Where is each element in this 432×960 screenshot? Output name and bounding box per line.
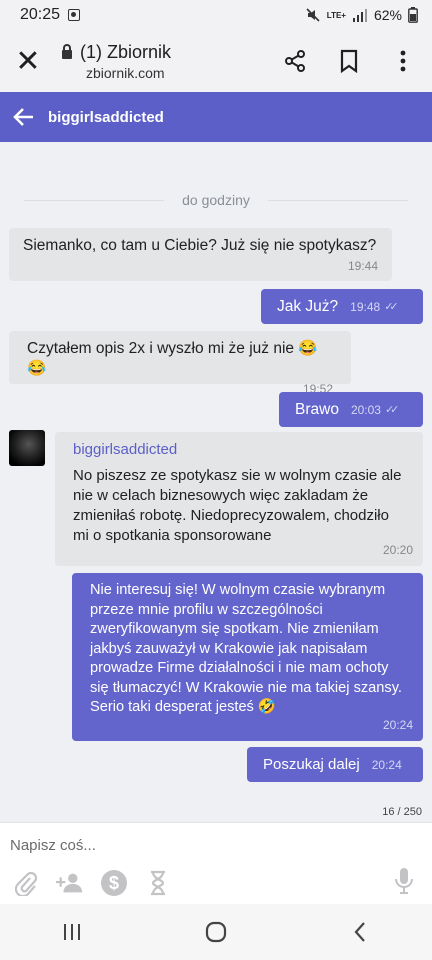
more-vert-icon[interactable] (388, 46, 418, 76)
status-icons: LTE+ 62% (305, 7, 418, 23)
close-icon[interactable]: ✕ (0, 30, 56, 92)
chat-header: biggirlsaddicted (0, 92, 432, 142)
svg-text:$: $ (109, 873, 119, 893)
status-time: 20:25 (20, 6, 61, 23)
chat-title[interactable]: biggirlsaddicted (48, 109, 164, 126)
status-bar: 20:25 LTE+ 62% (0, 0, 432, 30)
signal-icon (352, 8, 368, 22)
message-time: 20:20 (382, 543, 413, 557)
read-check-icon: ✓✓ (384, 300, 399, 313)
message-time: 20:24 (382, 718, 413, 732)
message-time: 20:03 (350, 402, 381, 417)
message-outgoing[interactable]: Poszukaj dalej 20:24 (247, 747, 423, 782)
composer: $ (0, 822, 432, 904)
message-time: 20:24 (371, 757, 402, 772)
mute-icon (305, 7, 321, 23)
character-counter: 16 / 250 (382, 806, 422, 818)
message-text: Siemanko, co tam u Ciebie? Już się nie s… (23, 237, 377, 254)
bookmark-icon[interactable] (334, 46, 364, 76)
message-time: 19:48 (350, 299, 381, 314)
avatar[interactable] (9, 430, 45, 466)
system-nav-bar (0, 904, 432, 960)
notification-icon (68, 9, 81, 21)
divider-line-right (268, 200, 408, 201)
url-block[interactable]: (1) Zbiornik zbiornik.com (56, 42, 280, 81)
lte-label: LTE+ (326, 10, 346, 20)
message-input[interactable] (10, 833, 410, 857)
add-person-icon[interactable] (56, 869, 84, 897)
share-icon[interactable] (280, 46, 310, 76)
message-text: Nie interesuj się! W wolnym czasie wybra… (90, 582, 402, 715)
dollar-icon[interactable]: $ (100, 869, 128, 897)
browser-toolbar: ✕ (1) Zbiornik zbiornik.com (0, 30, 432, 92)
page-domain: zbiornik.com (86, 64, 165, 81)
microphone-icon[interactable] (390, 867, 418, 895)
message-outgoing[interactable]: Brawo 20:03 ✓✓ (279, 392, 423, 427)
message-incoming[interactable]: biggirlsaddicted No piszesz ze spotykasz… (55, 432, 423, 566)
lock-icon (62, 43, 72, 59)
message-time: 19:44 (347, 259, 378, 273)
message-text: Poszukaj dalej (263, 755, 360, 773)
message-sender[interactable]: biggirlsaddicted (73, 440, 405, 460)
message-text: Jak Już? (277, 297, 339, 315)
message-incoming[interactable]: Czytałem opis 2x i wyszło mi że już nie … (9, 331, 351, 396)
message-outgoing[interactable]: Jak Już? 19:48 ✓✓ (261, 289, 423, 324)
hourglass-icon[interactable] (144, 869, 172, 897)
nav-home-icon[interactable] (186, 912, 246, 952)
message-text: Czytałem opis 2x i wyszło mi że już nie … (27, 340, 318, 377)
message-incoming[interactable]: Siemanko, co tam u Ciebie? Już się nie s… (9, 228, 392, 281)
battery-percent: 62% (373, 7, 402, 23)
message-list[interactable]: do godziny Siemanko, co tam u Ciebie? Ju… (0, 142, 432, 822)
nav-back-icon[interactable] (330, 912, 390, 952)
page-title: (1) Zbiornik (80, 41, 172, 62)
message-text: No piszesz ze spotykasz sie w wolnym cza… (73, 467, 402, 544)
nav-recents-icon[interactable] (42, 912, 102, 952)
paperclip-icon[interactable] (12, 869, 40, 897)
read-check-icon: ✓✓ (384, 403, 400, 416)
battery-icon (408, 7, 418, 23)
back-arrow-icon[interactable] (0, 107, 48, 127)
message-text: Brawo (295, 400, 339, 418)
message-outgoing[interactable]: Nie interesuj się! W wolnym czasie wybra… (72, 573, 423, 741)
